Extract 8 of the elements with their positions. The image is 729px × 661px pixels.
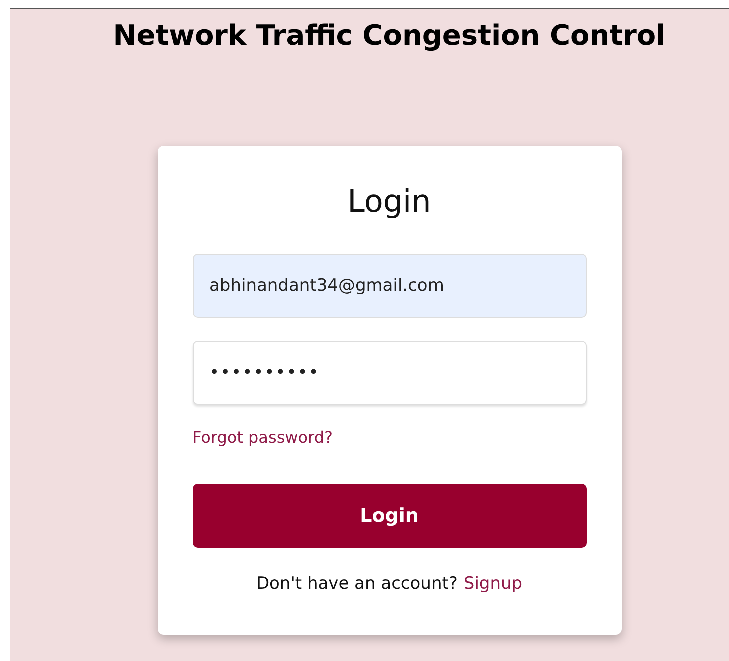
page-title: Network Traffic Congestion Control: [113, 19, 666, 52]
signup-prompt: Don't have an account?: [256, 574, 458, 594]
email-field[interactable]: abhinandant34@gmail.com: [192, 254, 586, 318]
login-button[interactable]: Login: [192, 484, 586, 548]
forgot-password-link[interactable]: Forgot password?: [192, 428, 333, 447]
login-heading: Login: [346, 184, 432, 220]
password-field[interactable]: ••••••••••: [192, 341, 586, 405]
signup-link[interactable]: Signup: [464, 574, 523, 594]
